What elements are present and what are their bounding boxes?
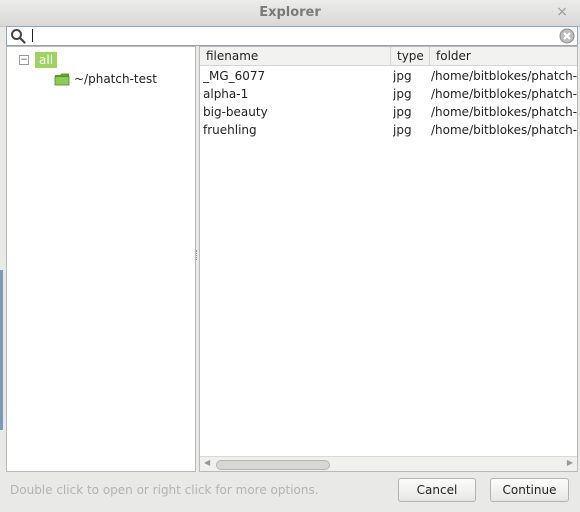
scroll-left-icon[interactable]: ◀	[204, 458, 210, 467]
cell-folder: /home/bitblokes/phatch-t	[431, 87, 577, 101]
table-row[interactable]: big-beauty jpg /home/bitblokes/phatch-t	[200, 103, 577, 121]
table-row[interactable]: fruehling jpg /home/bitblokes/phatch-t	[200, 121, 577, 139]
horizontal-scrollbar[interactable]: ◀ ▶	[200, 456, 577, 471]
column-header: filename type folder	[200, 47, 577, 66]
file-list[interactable]: filename type folder _MG_6077 jpg /home/…	[199, 46, 578, 472]
table-row[interactable]: _MG_6077 jpg /home/bitblokes/phatch-t	[200, 67, 577, 85]
column-filename[interactable]: filename	[200, 47, 391, 65]
status-hint: Double click to open or right click for …	[10, 483, 319, 497]
search-icon	[11, 29, 26, 44]
search-input[interactable]	[37, 27, 557, 45]
scrollbar-thumb[interactable]	[216, 460, 330, 470]
tree-node-label[interactable]: ~/phatch-test	[74, 72, 157, 86]
text-cursor	[32, 29, 33, 42]
cell-folder: /home/bitblokes/phatch-t	[431, 123, 577, 137]
search-bar[interactable]	[6, 26, 578, 46]
tree-node-all[interactable]: − all	[19, 51, 58, 69]
cell-type: jpg	[393, 69, 412, 83]
title-bar: Explorer ×	[0, 0, 580, 27]
cell-folder: /home/bitblokes/phatch-t	[431, 69, 577, 83]
cell-type: jpg	[393, 123, 412, 137]
window-title: Explorer	[259, 5, 321, 20]
column-folder[interactable]: folder	[430, 47, 577, 65]
cell-folder: /home/bitblokes/phatch-t	[431, 105, 577, 119]
cell-type: jpg	[393, 105, 412, 119]
tree-node-label[interactable]: all	[35, 52, 58, 68]
cell-filename: big-beauty	[203, 105, 268, 119]
cell-filename: alpha-1	[203, 87, 249, 101]
cell-filename: _MG_6077	[203, 69, 266, 83]
cancel-button[interactable]: Cancel	[398, 478, 476, 502]
folder-tree[interactable]: − all ~/phatch-test	[6, 46, 196, 472]
clear-search-icon[interactable]	[559, 28, 575, 44]
scroll-right-icon[interactable]: ▶	[567, 458, 573, 467]
collapse-icon[interactable]: −	[19, 55, 29, 65]
folder-icon	[54, 73, 70, 86]
continue-button[interactable]: Continue	[490, 478, 569, 502]
cell-type: jpg	[393, 87, 412, 101]
close-icon[interactable]: ×	[556, 4, 568, 20]
desktop-edge	[0, 270, 3, 430]
table-row[interactable]: alpha-1 jpg /home/bitblokes/phatch-t	[200, 85, 577, 103]
tree-node-folder[interactable]: ~/phatch-test	[54, 70, 157, 88]
column-type[interactable]: type	[391, 47, 430, 65]
cell-filename: fruehling	[203, 123, 257, 137]
